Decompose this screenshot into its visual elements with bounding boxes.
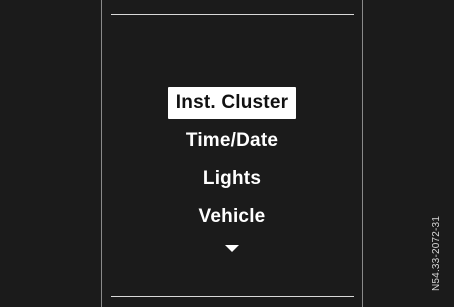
menu-item-label: Vehicle: [198, 206, 266, 227]
menu-item-label: Lights: [202, 168, 262, 189]
top-divider: [111, 14, 354, 15]
menu-item-inst-cluster[interactable]: Inst. Cluster: [102, 84, 362, 122]
menu-item-label: Time/Date: [185, 130, 279, 151]
screen-background: Inst. Cluster Time/Date Lights Vehicle N…: [0, 0, 454, 307]
menu-item-label: Inst. Cluster: [167, 87, 297, 119]
display-panel: Inst. Cluster Time/Date Lights Vehicle: [101, 0, 363, 307]
menu-item-lights[interactable]: Lights: [102, 160, 362, 198]
menu-list: Inst. Cluster Time/Date Lights Vehicle: [102, 84, 362, 252]
down-arrow-icon: [225, 245, 239, 252]
menu-item-time-date[interactable]: Time/Date: [102, 122, 362, 160]
figure-code: N54.33-2072-31: [431, 215, 442, 291]
bottom-divider: [111, 296, 354, 297]
menu-item-vehicle[interactable]: Vehicle: [102, 198, 362, 236]
